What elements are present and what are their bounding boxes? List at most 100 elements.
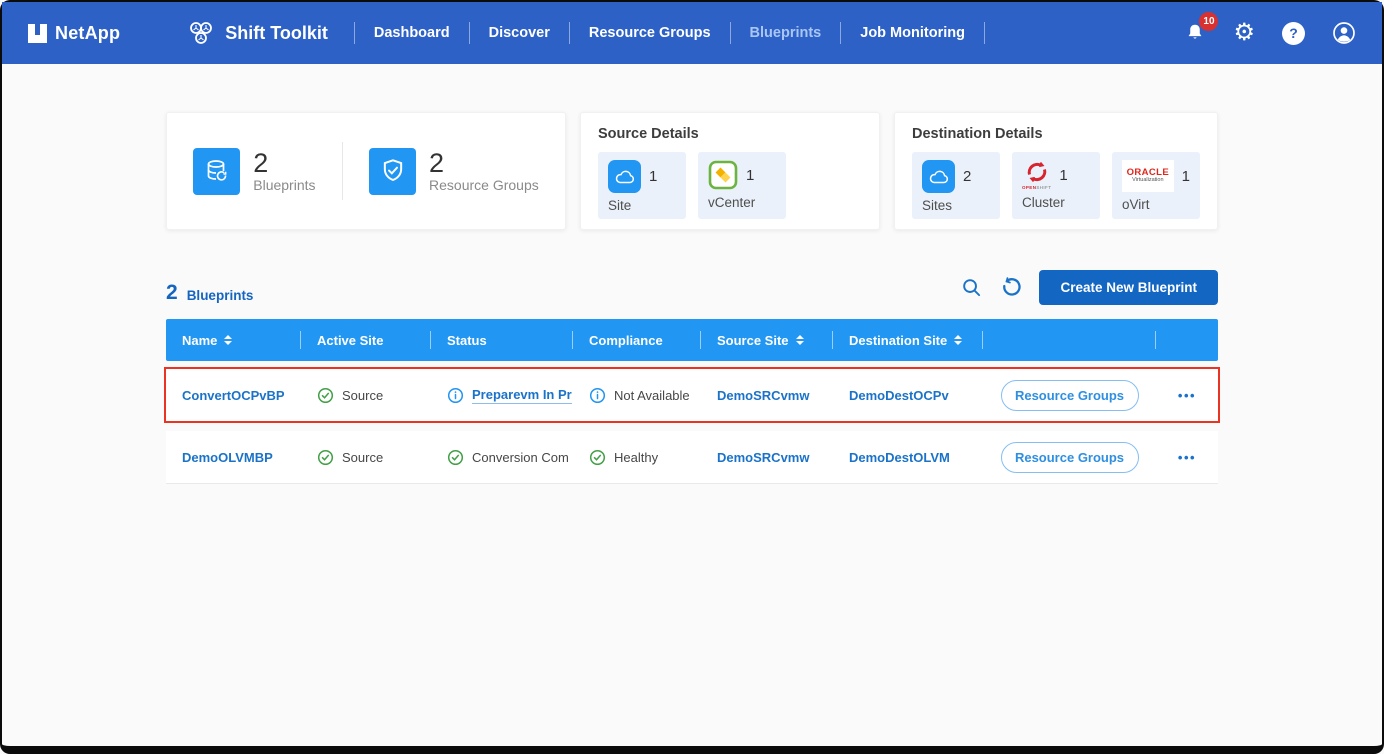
create-new-blueprint-button[interactable]: Create New Blueprint	[1039, 270, 1218, 305]
destination-site-value: DemoDestOCPv	[849, 388, 949, 403]
table-header-row: Name Active Site Status Compliance Sourc…	[166, 319, 1218, 361]
source-details-title: Source Details	[598, 126, 862, 142]
nav-item-dashboard[interactable]: Dashboard	[355, 25, 469, 41]
info-icon	[589, 387, 606, 404]
shift-toolkit-icon	[186, 18, 216, 48]
check-circle-icon	[317, 449, 334, 466]
compliance-value: Healthy	[614, 450, 658, 465]
vcenter-tile: 1 vCenter	[698, 152, 786, 219]
destination-site-value: DemoDestOLVM	[849, 450, 950, 465]
blueprints-count-label: Blueprints	[253, 177, 315, 193]
ovirt-label: oVirt	[1122, 197, 1190, 212]
blueprints-section-count: 2	[166, 281, 178, 305]
active-site-value: Source	[342, 388, 383, 403]
vcenter-count: 1	[746, 167, 754, 184]
source-site-label: Site	[608, 198, 676, 213]
column-header-source-site[interactable]: Source Site	[701, 319, 833, 361]
notifications-bell-icon[interactable]: 10	[1184, 21, 1206, 45]
netapp-logo: NetApp	[28, 23, 120, 44]
ovirt-count: 1	[1182, 168, 1190, 185]
summary-cards: 2 Blueprints 2 Resource Groups Source De…	[166, 112, 1218, 230]
oracle-virtualization-icon: ORACLE Virtualization	[1122, 160, 1174, 192]
column-header-name[interactable]: Name	[166, 319, 301, 361]
sort-icon[interactable]	[796, 335, 804, 345]
column-header-destination-site[interactable]: Destination Site	[833, 319, 983, 361]
shift-toolkit-logo: Shift Toolkit	[186, 18, 328, 48]
nav-item-discover[interactable]: Discover	[470, 25, 569, 41]
nav-divider	[984, 22, 985, 44]
status-link[interactable]: Preparevm In Pr	[472, 387, 572, 404]
check-circle-icon	[589, 449, 606, 466]
openshift-icon: OPENSHIFT	[1022, 160, 1051, 190]
help-icon[interactable]: ?	[1282, 22, 1305, 45]
table-row[interactable]: ConvertOCPvBP Source Preparevm In Pr	[166, 369, 1218, 421]
source-details-card: Source Details 1 Site	[580, 112, 880, 230]
destination-sites-tile: 2 Sites	[912, 152, 1000, 219]
info-icon	[447, 387, 464, 404]
sort-icon[interactable]	[224, 335, 232, 345]
user-avatar-icon[interactable]	[1332, 21, 1356, 45]
destination-sites-count: 2	[963, 168, 971, 185]
column-header-compliance: Compliance	[573, 319, 701, 361]
column-header-active-site: Active Site	[301, 319, 431, 361]
openshift-cluster-label: Cluster	[1022, 195, 1090, 210]
blueprints-section-title: Blueprints	[187, 288, 254, 305]
search-icon[interactable]	[961, 277, 982, 298]
source-site-tile: 1 Site	[598, 152, 686, 219]
row-menu-icon[interactable]: •••	[1156, 450, 1218, 465]
resource-groups-button[interactable]: Resource Groups	[1001, 442, 1139, 473]
openshift-wordmark: OPENSHIFT	[1022, 185, 1051, 190]
destination-sites-label: Sites	[922, 198, 990, 213]
brand-name: NetApp	[55, 23, 120, 44]
nav-item-blueprints[interactable]: Blueprints	[731, 25, 841, 41]
blueprint-name-link[interactable]: ConvertOCPvBP	[182, 388, 285, 403]
openshift-cluster-count: 1	[1059, 167, 1067, 184]
column-header-actions	[983, 319, 1156, 361]
cloud-icon	[922, 160, 955, 193]
nav-item-resource-groups[interactable]: Resource Groups	[570, 25, 730, 41]
compliance-value: Not Available	[614, 388, 690, 403]
check-circle-icon	[447, 449, 464, 466]
resource-groups-button[interactable]: Resource Groups	[1001, 380, 1139, 411]
column-header-status: Status	[431, 319, 573, 361]
cloud-icon	[608, 160, 641, 193]
nav-item-job-monitoring[interactable]: Job Monitoring	[841, 25, 984, 41]
sort-icon[interactable]	[954, 335, 962, 345]
vcenter-label: vCenter	[708, 195, 776, 210]
table-row[interactable]: DemoOLVMBP Source Conversion Com	[166, 431, 1218, 483]
oracle-wordmark: ORACLE	[1127, 168, 1170, 178]
resource-groups-count-label: Resource Groups	[429, 177, 539, 193]
main-nav: Dashboard Discover Resource Groups Bluep…	[354, 22, 985, 44]
netapp-mark-icon	[28, 24, 47, 43]
refresh-icon[interactable]	[1000, 277, 1021, 298]
source-site-value: DemoSRCvmw	[717, 450, 809, 465]
openshift-cluster-tile: OPENSHIFT 1 Cluster	[1012, 152, 1100, 219]
blueprint-name-link[interactable]: DemoOLVMBP	[182, 450, 273, 465]
blueprints-database-icon	[193, 148, 240, 195]
navbar-actions: 10 ⚙ ?	[1184, 21, 1356, 45]
blueprints-section-header: 2 Blueprints Create New Blueprint	[166, 270, 1218, 305]
status-value: Conversion Com	[472, 450, 569, 465]
settings-gear-icon[interactable]: ⚙	[1233, 21, 1255, 45]
shield-check-icon	[369, 148, 416, 195]
source-site-value: DemoSRCvmw	[717, 388, 809, 403]
blueprints-count: 2	[253, 149, 315, 177]
blueprints-stat: 2 Blueprints	[193, 148, 315, 195]
blueprints-table: Name Active Site Status Compliance Sourc…	[166, 319, 1218, 483]
resource-groups-count: 2	[429, 149, 539, 177]
card-divider	[342, 142, 343, 200]
notification-badge: 10	[1199, 12, 1218, 31]
destination-details-title: Destination Details	[912, 126, 1200, 142]
row-menu-icon[interactable]: •••	[1156, 388, 1218, 403]
destination-details-card: Destination Details 2 Sites	[894, 112, 1218, 230]
resource-groups-stat: 2 Resource Groups	[369, 148, 539, 195]
ovirt-tile: ORACLE Virtualization 1 oVirt	[1112, 152, 1200, 219]
counts-card: 2 Blueprints 2 Resource Groups	[166, 112, 566, 230]
column-header-menu	[1156, 319, 1218, 361]
top-navbar: NetApp Shift Toolkit Dashboard Discover …	[2, 2, 1382, 64]
active-site-value: Source	[342, 450, 383, 465]
app-title: Shift Toolkit	[225, 23, 328, 44]
source-site-count: 1	[649, 168, 657, 185]
check-circle-icon	[317, 387, 334, 404]
oracle-virtualization-label: Virtualization	[1132, 177, 1163, 184]
